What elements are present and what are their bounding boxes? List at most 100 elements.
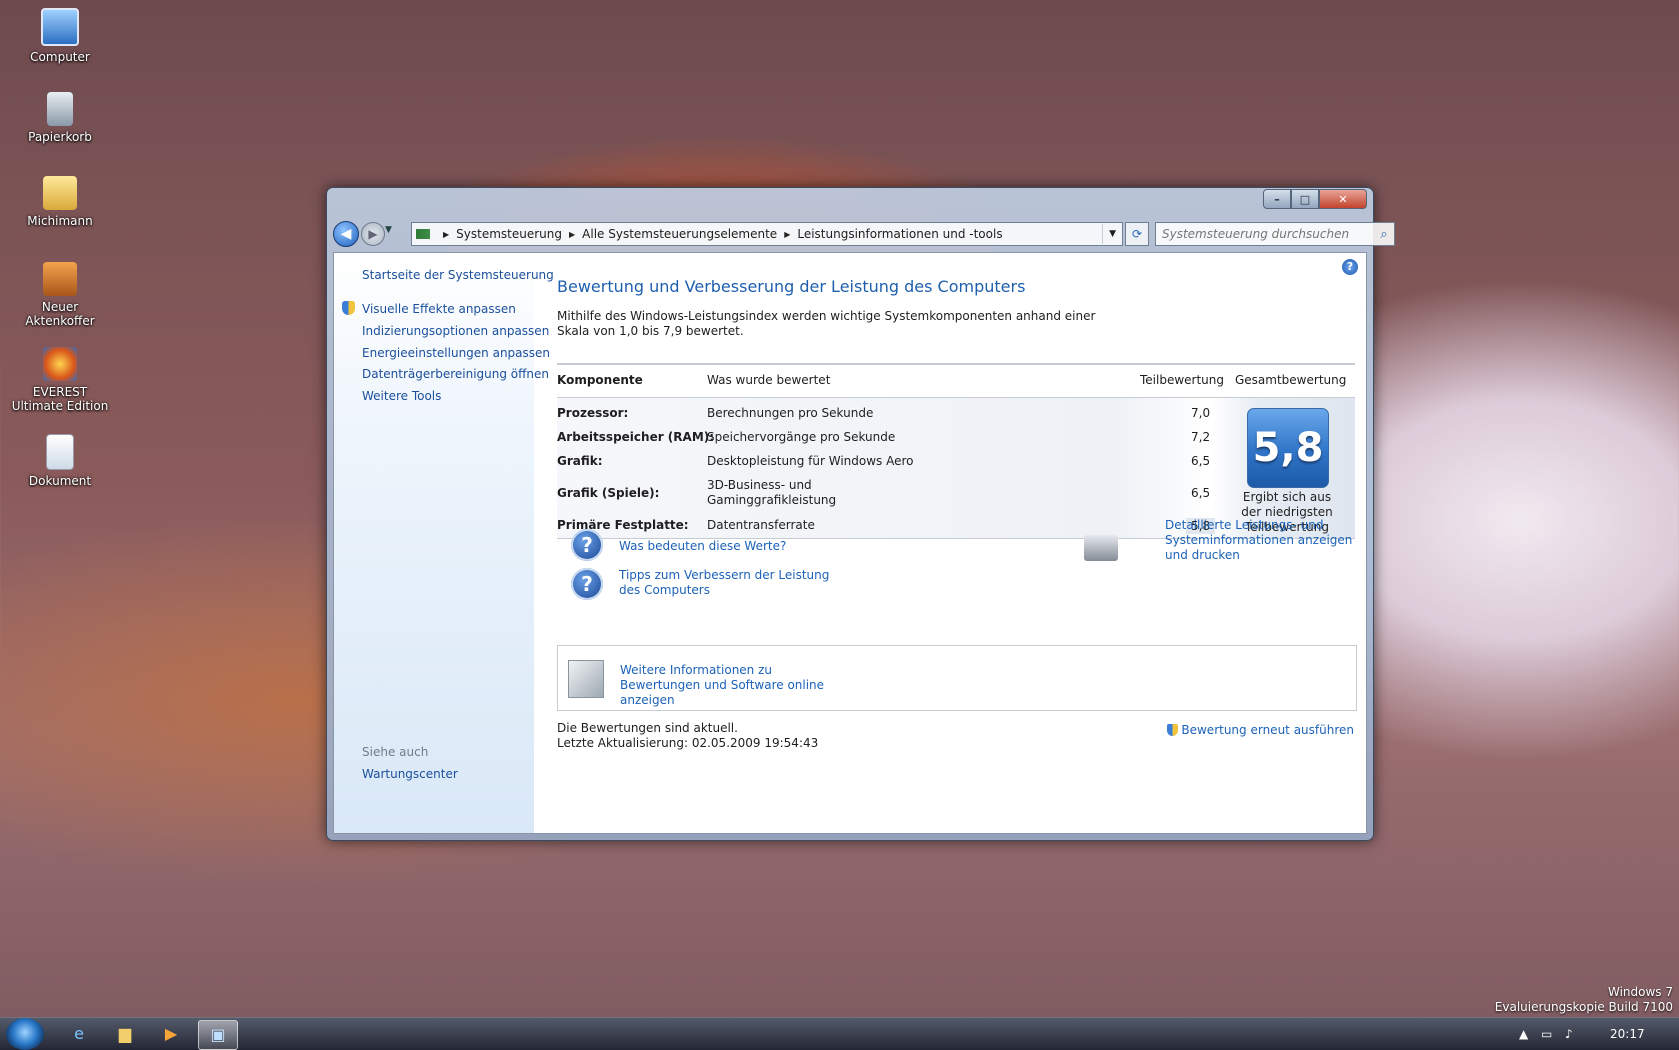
subscore: 6,5 [1191,454,1211,468]
link-performance-tips[interactable]: Tipps zum Verbessern der Leistung des Co… [619,568,849,598]
control-panel-taskbar-button[interactable]: ▣ [198,1020,238,1050]
help-question-icon: ? [571,568,603,600]
forward-button[interactable]: ▶ [361,222,385,246]
media-player-icon[interactable]: ▶ [152,1020,190,1048]
notification-area: ▲ ▭ ♪ 20:17 [1499,1018,1679,1050]
briefcase-icon [43,262,77,296]
breadcrumb-leistungsinformationen[interactable]: Leistungsinformationen und -tools [797,227,1002,241]
desktop-icon-label: Computer [30,50,90,64]
control-panel-window: – □ ✕ ◀ ▶ ▼ ▶ Systemsteuerung ▶ Alle Sys… [326,187,1395,841]
task-pane: Startseite der Systemsteuerung Visuelle … [334,253,554,833]
everest-app-icon [43,347,77,381]
score-table: Komponente Was wurde bewertet Teilbewert… [557,363,1355,539]
explorer-folder-icon[interactable]: ▆ [106,1020,144,1048]
base-score-badge: 5,8 [1247,408,1329,488]
refresh-button[interactable]: ⟳ [1125,222,1149,246]
show-hidden-icons-icon[interactable]: ▲ [1519,1027,1528,1041]
folder-icon [43,176,77,210]
status-current: Die Bewertungen sind aktuell. [557,721,738,735]
taskbar: e ▆ ▶ ▣ ▲ ▭ ♪ 20:17 [0,1017,1679,1050]
search-box[interactable]: ⌕ [1155,222,1395,246]
breadcrumb-alle-elemente[interactable]: Alle Systemsteuerungselemente [582,227,777,241]
page-title: Bewertung und Verbesserung der Leistung … [557,277,1026,296]
subscore: 6,5 [1191,486,1211,500]
rated-item: Desktopleistung für Windows Aero [707,454,914,468]
see-also-heading: Siehe auch [362,745,429,759]
desktop-icon-label: EVEREST Ultimate Edition [11,385,109,413]
internet-explorer-icon[interactable]: e [60,1020,98,1048]
link-power-settings[interactable]: Energieeinstellungen anpassen [362,346,550,360]
component-name: Prozessor: [557,406,629,420]
rerun-assessment-link[interactable]: Bewertung erneut ausführen [1167,723,1354,737]
uac-shield-icon [1167,724,1179,736]
printer-icon [1084,535,1118,561]
component-name: Grafik (Spiele): [557,486,660,500]
search-icon[interactable]: ⌕ [1374,227,1394,242]
rated-item: 3D-Business- und Gaminggrafikleistung [707,478,837,507]
search-input[interactable] [1156,226,1374,242]
computer-icon [41,8,79,46]
breadcrumb-separator[interactable]: ▶ [569,230,575,239]
rerun-label: Bewertung erneut ausführen [1181,723,1354,737]
link-action-center[interactable]: Wartungscenter [362,767,458,781]
recycle-bin-icon [47,92,73,126]
subscore: 7,2 [1191,430,1211,444]
intro-text: Mithilfe des Windows-Leistungsindex werd… [557,309,1096,338]
desktop-icon-label: Michimann [27,214,93,228]
link-control-panel-home[interactable]: Startseite der Systemsteuerung [362,268,554,282]
navigation-bar: ◀ ▶ ▼ ▶ Systemsteuerung ▶ Alle Systemste… [333,221,1395,247]
desktop-icon-document[interactable]: Dokument [8,434,112,488]
column-header-component: Komponente [557,373,643,387]
desktop-icon-label: Neuer Aktenkoffer [25,300,95,328]
status-last-update: Letzte Aktualisierung: 02.05.2009 19:54:… [557,736,819,750]
software-box-icon [568,660,604,698]
build-watermark: Windows 7 Evaluierungskopie Build 7100 [1495,985,1673,1015]
link-detailed-info[interactable]: Detaillierte Leistungs- und Systeminform… [1165,518,1355,563]
table-header: Komponente Was wurde bewertet Teilbewert… [557,363,1355,398]
desktop-icon-everest[interactable]: EVEREST Ultimate Edition [8,347,112,413]
desktop-icon-label: Dokument [28,474,92,488]
control-panel-icon [416,229,430,239]
clock[interactable]: 20:17 [1610,1027,1645,1041]
column-header-base-score: Gesamtbewertung [1235,373,1347,387]
watermark-os: Windows 7 [1607,985,1673,999]
desktop-icon-recycle-bin[interactable]: Papierkorb [8,92,112,144]
window-controls: – □ ✕ [1263,189,1367,209]
breadcrumb-separator[interactable]: ▶ [784,230,790,239]
network-icon[interactable]: ▭ [1541,1027,1552,1041]
recent-pages-dropdown[interactable]: ▼ [385,225,392,235]
back-button[interactable]: ◀ [333,221,359,247]
online-info-box: Weitere Informationen zu Bewertungen und… [557,645,1357,711]
help-question-icon: ? [571,529,603,561]
main-content: ? Bewertung und Verbesserung der Leistun… [534,253,1366,833]
breadcrumb-separator[interactable]: ▶ [443,230,449,239]
link-indexing-options[interactable]: Indizierungsoptionen anpassen [362,324,549,338]
component-name: Arbeitsspeicher (RAM): [557,430,715,444]
rated-item: Speichervorgänge pro Sekunde [707,430,896,444]
window-content: Startseite der Systemsteuerung Visuelle … [333,252,1367,834]
link-disk-cleanup[interactable]: Datenträgerbereinigung öffnen [362,367,549,381]
breadcrumb-systemsteuerung[interactable]: Systemsteuerung [456,227,562,241]
link-what-do-scores-mean[interactable]: Was bedeuten diese Werte? [619,539,786,554]
desktop-icon-label: Papierkorb [28,130,92,144]
link-advanced-tools[interactable]: Weitere Tools [362,389,441,403]
volume-icon[interactable]: ♪ [1565,1027,1573,1041]
column-header-subscore: Teilbewertung [1140,373,1225,387]
desktop-icon-computer[interactable]: Computer [8,8,112,64]
close-button[interactable]: ✕ [1319,189,1367,209]
address-dropdown-icon[interactable]: ▼ [1102,224,1122,244]
maximize-button[interactable]: □ [1291,189,1319,209]
watermark-build: Evaluierungskopie Build 7100 [1494,1000,1673,1014]
link-online-info[interactable]: Weitere Informationen zu Bewertungen und… [620,663,830,708]
start-button[interactable] [6,1018,44,1050]
minimize-button[interactable]: – [1263,189,1291,209]
desktop-icon-user-folder[interactable]: Michimann [8,176,112,228]
component-name: Grafik: [557,454,603,468]
help-icon[interactable]: ? [1342,259,1358,275]
rated-item: Berechnungen pro Sekunde [707,406,874,420]
column-header-rated: Was wurde bewertet [707,373,831,387]
address-bar[interactable]: ▶ Systemsteuerung ▶ Alle Systemsteuerung… [411,222,1123,246]
link-visual-effects[interactable]: Visuelle Effekte anpassen [362,302,516,316]
component-name: Primäre Festplatte: [557,518,689,532]
desktop-icon-briefcase[interactable]: Neuer Aktenkoffer [8,262,112,328]
